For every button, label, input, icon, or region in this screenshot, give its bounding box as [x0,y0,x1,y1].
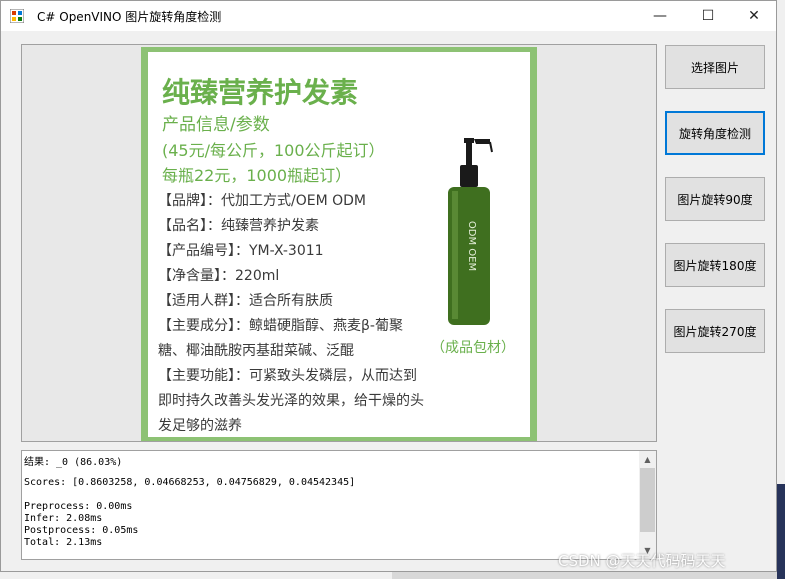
product-info-line: 【净含量】：220ml [158,268,280,284]
product-image-content: 纯臻营养护发素 产品信息/参数 (45元/每公斤，100公斤起订） 每瓶22元，… [148,52,530,437]
output-textbox[interactable]: 结果: _0 (86.03%) Scores: [0.8603258, 0.04… [21,450,657,560]
picture-box: 纯臻营养护发素 产品信息/参数 (45元/每公斤，100公斤起订） 每瓶22元，… [21,44,657,442]
scroll-up-icon[interactable]: ▲ [639,451,656,468]
product-info-line: 【主要成分】：鲸蜡硬脂醇、燕麦β-葡聚 [158,318,403,334]
background-window-peek [392,572,785,579]
title-bar[interactable]: C# OpenVINO 图片旋转角度检测 — ☐ ✕ [1,1,776,31]
product-caption: （成品包材） [431,340,515,356]
product-info-line: 糖、椰油酰胺丙基甜菜碱、泛醌 [158,343,354,359]
product-info-line: 【主要功能】：可紧致头发磷层，从而达到 [158,368,417,384]
preprocess-line: Preprocess: 0.00ms [24,501,133,512]
scores-line: Scores: [0.8603258, 0.04668253, 0.047568… [24,477,356,488]
product-info-line: 【适用人群】：适合所有肤质 [158,293,333,309]
vertical-scrollbar[interactable]: ▲ ▼ [639,451,656,559]
product-subtitle: 产品信息/参数 [162,115,270,135]
product-title: 纯臻营养护发素 [162,76,359,109]
product-price-bulk: (45元/每公斤，100公斤起订） [162,141,385,160]
rotate-180-button[interactable]: 图片旋转180度 [665,243,765,287]
product-info-line: 发足够的滋养 [158,418,242,434]
detect-rotation-button[interactable]: 旋转角度检测 [665,111,765,155]
background-desktop-peek [777,484,785,579]
product-info-line: 即时持久改善头发光泽的效果，给干燥的头 [158,393,424,409]
rotate-90-button[interactable]: 图片旋转90度 [665,177,765,221]
result-line: 结果: _0 (86.03%) [24,457,123,468]
watermark-text: CSDN @天天代码码天天 [558,552,726,570]
bottle-icon: ODM OEM [448,138,493,325]
product-info-line: 【品牌】：代加工方式/OEM ODM [158,193,366,209]
infer-line: Infer: 2.08ms [24,513,103,524]
rotate-270-button[interactable]: 图片旋转270度 [665,309,765,353]
app-icon [10,9,24,23]
minimize-button[interactable]: — [637,1,683,31]
product-info-line: 【品名】：纯臻营养护发素 [158,218,319,234]
total-line: Total: 2.13ms [24,537,103,548]
product-image: 纯臻营养护发素 产品信息/参数 (45元/每公斤，100公斤起订） 每瓶22元，… [141,47,537,441]
scroll-thumb[interactable] [640,468,655,532]
bottle-label: ODM OEM [466,221,477,271]
product-info-line: 【产品编号】：YM-X-3011 [158,243,324,259]
select-image-button[interactable]: 选择图片 [665,45,765,89]
close-button[interactable]: ✕ [731,1,777,31]
main-window: C# OpenVINO 图片旋转角度检测 — ☐ ✕ 纯臻营养护发素 产品信息/… [0,0,777,572]
product-price-bottle: 每瓶22元，1000瓶起订） [162,166,352,185]
window-title: C# OpenVINO 图片旋转角度检测 [37,10,222,24]
maximize-button[interactable]: ☐ [685,1,731,31]
postprocess-line: Postprocess: 0.05ms [24,525,139,536]
